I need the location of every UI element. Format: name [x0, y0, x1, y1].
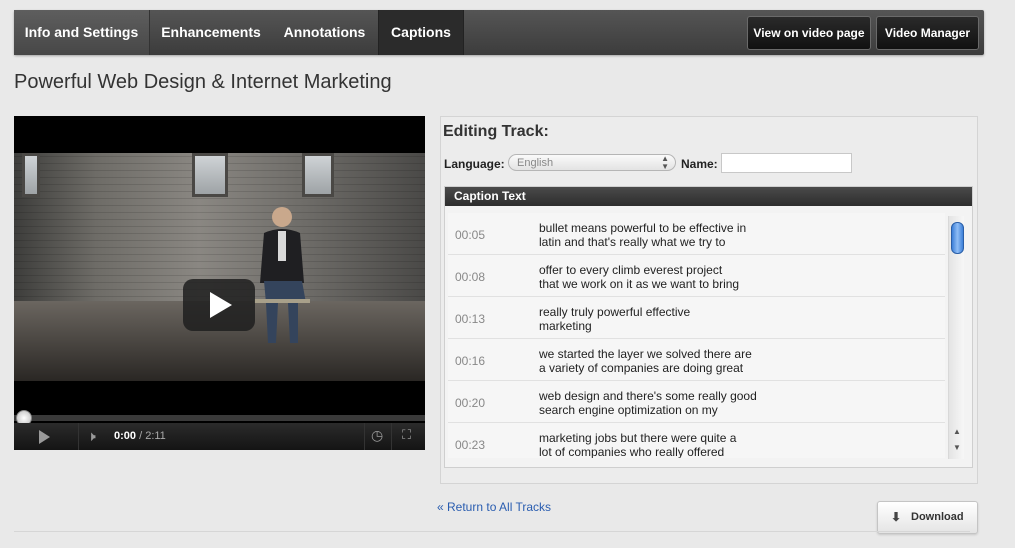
caption-row[interactable]: 00:05 bullet means powerful to be effect… — [448, 213, 945, 255]
bottom-divider — [14, 531, 970, 532]
video-frame — [14, 153, 425, 381]
caption-time: 00:16 — [455, 354, 486, 368]
caption-line: web design and there's some really good — [539, 389, 757, 403]
view-on-video-page-button[interactable]: View on video page — [747, 16, 871, 50]
caption-row[interactable]: 00:13 really truly powerful effective mar… — [448, 297, 945, 339]
name-label: Name: — [681, 157, 718, 171]
caption-text: bullet means powerful to be effective in… — [539, 221, 799, 249]
caption-line: we started the layer we solved there are — [539, 347, 752, 361]
caption-line: that we work on it as we want to bring — [539, 277, 740, 291]
caption-line: search engine optimization on my — [539, 403, 718, 417]
caption-row[interactable]: 00:08 offer to every climb everest proje… — [448, 255, 945, 297]
play-overlay-button[interactable] — [183, 279, 255, 331]
time-display: 0:00 / 2:11 — [114, 430, 166, 442]
caption-scrollbar[interactable]: ▲ ▼ — [948, 216, 964, 459]
window-decor — [192, 153, 228, 197]
window-decor — [302, 153, 334, 197]
scroll-up-icon[interactable]: ▲ — [953, 427, 961, 436]
volume-icon[interactable]: 🕨 — [78, 423, 103, 450]
caption-row[interactable]: 00:20 web design and there's some really… — [448, 381, 945, 423]
caption-line: bullet means powerful to be effective in — [539, 221, 747, 235]
caption-time: 00:05 — [455, 228, 486, 242]
language-select[interactable]: English ▲ ▼ — [508, 154, 676, 171]
caption-time: 00:13 — [455, 312, 486, 326]
caption-row[interactable]: 00:23 marketing jobs but there were quit… — [448, 423, 945, 458]
caption-line: really truly powerful effective — [539, 305, 691, 319]
caption-text-header: Caption Text — [445, 187, 972, 206]
video-progress-bar[interactable] — [14, 410, 425, 426]
name-input[interactable] — [721, 153, 852, 173]
fullscreen-icon[interactable]: ⛶ — [391, 423, 426, 450]
play-icon[interactable] — [36, 423, 52, 450]
caption-line: latin and that's really what we try to — [539, 235, 726, 249]
top-nav-bar: Info and Settings Enhancements Annotatio… — [14, 10, 984, 55]
caption-time: 00:20 — [455, 396, 486, 410]
caption-text: web design and there's some really good s… — [539, 389, 799, 417]
caption-text: we started the layer we solved there are… — [539, 347, 799, 375]
player-controls: 🕨 0:00 / 2:11 ◷ ⛶ — [14, 423, 425, 450]
caption-text: really truly powerful effective marketing — [539, 305, 799, 333]
language-selected-value: English — [517, 157, 554, 169]
language-label: Language: — [444, 157, 505, 171]
download-icon: ⬇ — [891, 510, 902, 524]
caption-text-box: Caption Text 00:05 bullet means powerful… — [444, 186, 973, 468]
caption-time: 00:08 — [455, 270, 486, 284]
caption-editor-panel: Editing Track: Language: English ▲ ▼ Name… — [440, 116, 978, 484]
caption-text: marketing jobs but there were quite a lot… — [539, 431, 799, 458]
caption-row[interactable]: 00:16 we started the layer we solved the… — [448, 339, 945, 381]
page-title: Powerful Web Design & Internet Marketing — [14, 71, 392, 93]
person-figure — [254, 207, 310, 343]
video-player[interactable]: 🕨 0:00 / 2:11 ◷ ⛶ — [14, 116, 425, 450]
clock-icon[interactable]: ◷ — [364, 423, 391, 450]
scroll-down-icon[interactable]: ▼ — [953, 443, 961, 452]
window-decor — [22, 153, 40, 197]
return-to-all-tracks-link[interactable]: « Return to All Tracks — [437, 500, 551, 514]
caption-text: offer to every climb everest project that… — [539, 263, 799, 291]
tab-info-and-settings[interactable]: Info and Settings — [14, 10, 149, 55]
tab-captions[interactable]: Captions — [378, 10, 464, 55]
tab-enhancements[interactable]: Enhancements — [149, 10, 272, 55]
caption-line: lot of companies who really offered — [539, 445, 725, 458]
total-time: / 2:11 — [139, 430, 166, 442]
download-button[interactable]: ⬇ Download — [877, 501, 978, 534]
download-label: Download — [911, 511, 964, 523]
caption-line: marketing jobs but there were quite a — [539, 431, 737, 445]
caption-line: a variety of companies are doing great — [539, 361, 744, 375]
video-manager-button[interactable]: Video Manager — [876, 16, 979, 50]
caption-time: 00:23 — [455, 438, 486, 452]
current-time: 0:00 — [114, 430, 137, 442]
tab-annotations[interactable]: Annotations — [271, 10, 378, 55]
caption-line: marketing — [539, 319, 592, 333]
caption-list: 00:05 bullet means powerful to be effect… — [448, 213, 945, 458]
editing-track-title: Editing Track: — [443, 123, 549, 140]
select-arrows-icon: ▲ ▼ — [661, 154, 669, 171]
caption-line: offer to every climb everest project — [539, 263, 723, 277]
scrollbar-thumb[interactable] — [951, 222, 964, 254]
